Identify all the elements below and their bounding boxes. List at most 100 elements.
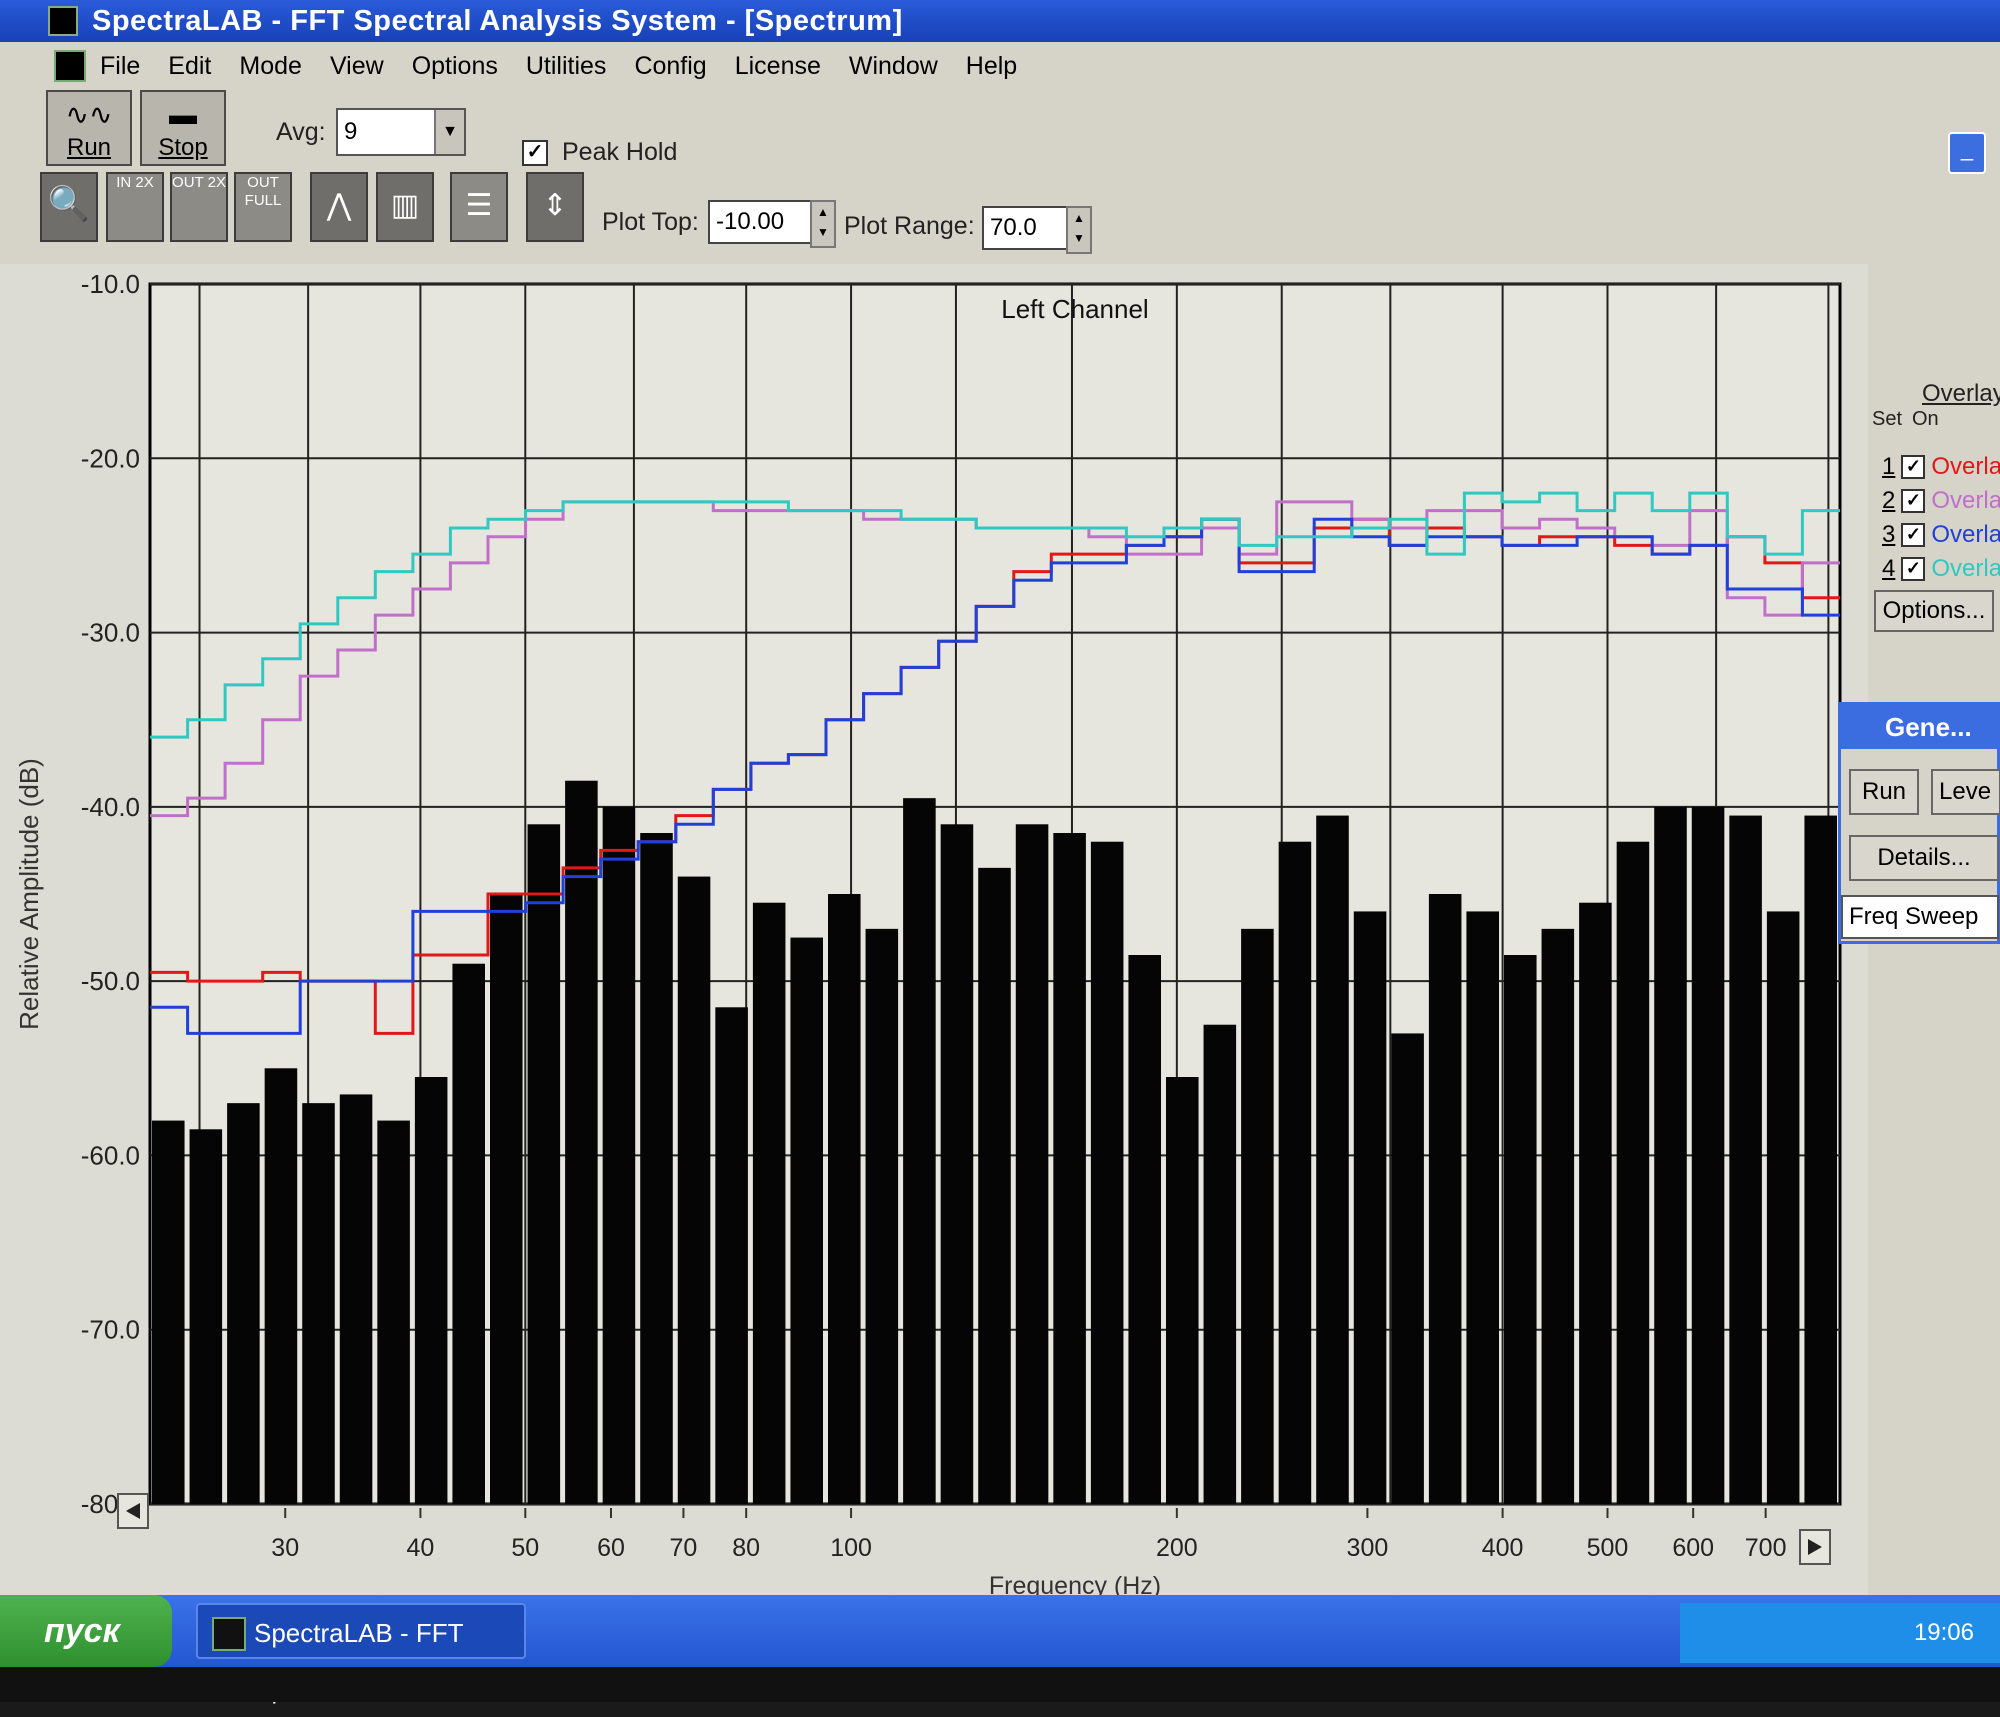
spectrum-bar [1729,815,1762,1504]
menu-license[interactable]: License [735,52,821,81]
spectrum-bar [1353,911,1387,1504]
zoom-out-label: OUT 2X [172,174,226,191]
zoom-out-button[interactable]: OUT 2X [170,172,228,242]
spectrum-bar [264,1068,298,1504]
spectrum-bar [1804,815,1837,1504]
x-tick-label: 300 [1347,1534,1389,1562]
overlay-options-button[interactable]: Options... [1874,590,1994,632]
menu-mode[interactable]: Mode [239,52,302,81]
taskbar: пуск SpectraLAB - FFT Spe... 19:06 [0,1595,2000,1704]
avg-select[interactable]: 9 ▼ [336,108,466,156]
start-button[interactable]: пуск [0,1595,172,1667]
overlay-checkbox-2[interactable]: ✓ [1901,489,1926,513]
app-icon [48,6,78,36]
spin-arrows-icon[interactable]: ▲ ▼ [810,200,836,248]
list-icon[interactable]: ☰ [450,172,508,242]
menu-utilities[interactable]: Utilities [526,52,607,81]
title-bar[interactable]: SpectraLAB - FFT Spectral Analysis Syste… [0,0,2000,42]
overlay-panel: Overlay Set On 1 ✓ Overla 2 ✓ Overla 3 ✓… [1868,360,2000,680]
overlay-header: Overlay [1922,380,2000,407]
overlay-col-set: Set [1872,408,1903,430]
stop-icon: ▬ [169,99,197,130]
overlay-row-4[interactable]: 4 ✓ Overla [1882,554,2000,584]
generator-details-button[interactable]: Details... [1849,835,1999,881]
overlay-checkbox-1[interactable]: ✓ [1901,455,1926,479]
menu-window[interactable]: Window [849,52,938,81]
view-toolbar: 🔍 IN 2X OUT 2X OUT FULL ⋀ ▥ ☰ ⇕ Plot Top… [40,172,2000,264]
menu-file[interactable]: File [100,52,140,81]
app-icon [212,1617,246,1651]
stop-button[interactable]: ▬ Stop [140,90,226,166]
spectrum-bar [565,780,598,1504]
x-axis-label: Frequency (Hz) [989,1572,1161,1595]
spectrum-bar [865,928,899,1504]
spectrum-bar [1616,841,1650,1504]
stop-button-label: Stop [158,134,208,161]
spectrum-bar [377,1120,410,1504]
x-tick-label: 40 [407,1534,435,1562]
taskbar-item-spectralab[interactable]: SpectraLAB - FFT Spe... [196,1603,526,1704]
x-tick-label: 200 [1156,1534,1198,1562]
zoom-in-button[interactable]: IN 2X [106,172,164,242]
generator-title-bar[interactable]: Gene... [1841,705,1997,749]
x-tick-label: 70 [670,1534,698,1562]
menu-options[interactable]: Options [412,52,498,81]
spectrum-bar [302,1103,335,1504]
bar-graph-icon[interactable]: ▥ [376,172,434,242]
run-button-label: Run [66,134,112,161]
spectrum-bar [828,894,861,1504]
application-window: SpectraLAB - FFT Spectral Analysis Syste… [0,0,2000,1595]
overlay-row-1[interactable]: 1 ✓ Overla [1882,452,2000,482]
overlay-checkbox-3[interactable]: ✓ [1901,523,1926,547]
spectrum-bar [1278,841,1312,1504]
spectrum-bar [640,833,673,1504]
x-tick-label: 30 [271,1534,299,1562]
spectrum-bar [1241,928,1274,1504]
start-label: пуск [44,1612,120,1650]
overlay-set-1[interactable]: 1 [1882,453,1895,481]
y-tick-label: -40.0 [81,792,140,822]
run-button[interactable]: ∿∿ Run [46,90,132,166]
spectrum-bar [1391,1033,1424,1504]
peak-hold-checkbox[interactable]: ✓ [522,140,548,166]
x-tick-label: 80 [732,1534,760,1562]
avg-label: Avg: [276,118,326,146]
overlay-set-4[interactable]: 4 [1882,555,1895,583]
x-tick-label: 50 [511,1534,539,1562]
avg-value: 9 [344,118,358,145]
monitor-bezel [0,1667,2000,1702]
overlay-set-3[interactable]: 3 [1882,521,1895,549]
overlay-row-2[interactable]: 2 ✓ Overla [1882,486,2000,516]
spectrum-bar [1428,894,1462,1504]
spin-arrows-icon[interactable]: ▲ ▼ [1066,206,1092,254]
plot-top-value: -10.00 [716,208,785,235]
zoom-full-button[interactable]: OUT FULL [234,172,292,242]
menu-view[interactable]: View [330,52,384,81]
y-tick-label: -30.0 [81,618,140,648]
spectrum-bar [903,798,936,1504]
clock[interactable]: 19:06 [1914,1619,1974,1646]
x-tick-label: 700 [1745,1534,1787,1562]
menu-edit[interactable]: Edit [168,52,211,81]
line-graph-icon[interactable]: ⋀ [310,172,368,242]
zoom-icon[interactable]: 🔍 [40,172,98,242]
document-icon[interactable] [54,50,86,82]
overlay-set-2[interactable]: 2 [1882,487,1895,515]
spectrum-bar [1504,955,1537,1504]
overlay-checkbox-4[interactable]: ✓ [1901,557,1926,581]
chevron-down-icon[interactable]: ▼ [434,110,464,154]
spectrum-bar [189,1129,223,1504]
spectrum-bar [490,894,523,1504]
spectrum-bar [227,1103,260,1504]
overlay-row-3[interactable]: 3 ✓ Overla [1882,520,2000,550]
menu-config[interactable]: Config [634,52,706,81]
generator-mode-select[interactable]: Freq Sweep [1841,895,1999,939]
y-axis-label: Relative Amplitude (dB) [14,758,44,1030]
plot-top-input[interactable]: -10.00 ▲ ▼ [708,200,836,248]
window-title: SpectraLAB - FFT Spectral Analysis Syste… [92,4,903,37]
generator-run-button[interactable]: Run [1849,769,1919,815]
generator-level-button[interactable]: Leve [1931,769,2000,815]
cursor-icon[interactable]: ⇕ [526,172,584,242]
plot-range-input[interactable]: 70.0 ▲ ▼ [982,206,1092,254]
menu-help[interactable]: Help [966,52,1017,81]
